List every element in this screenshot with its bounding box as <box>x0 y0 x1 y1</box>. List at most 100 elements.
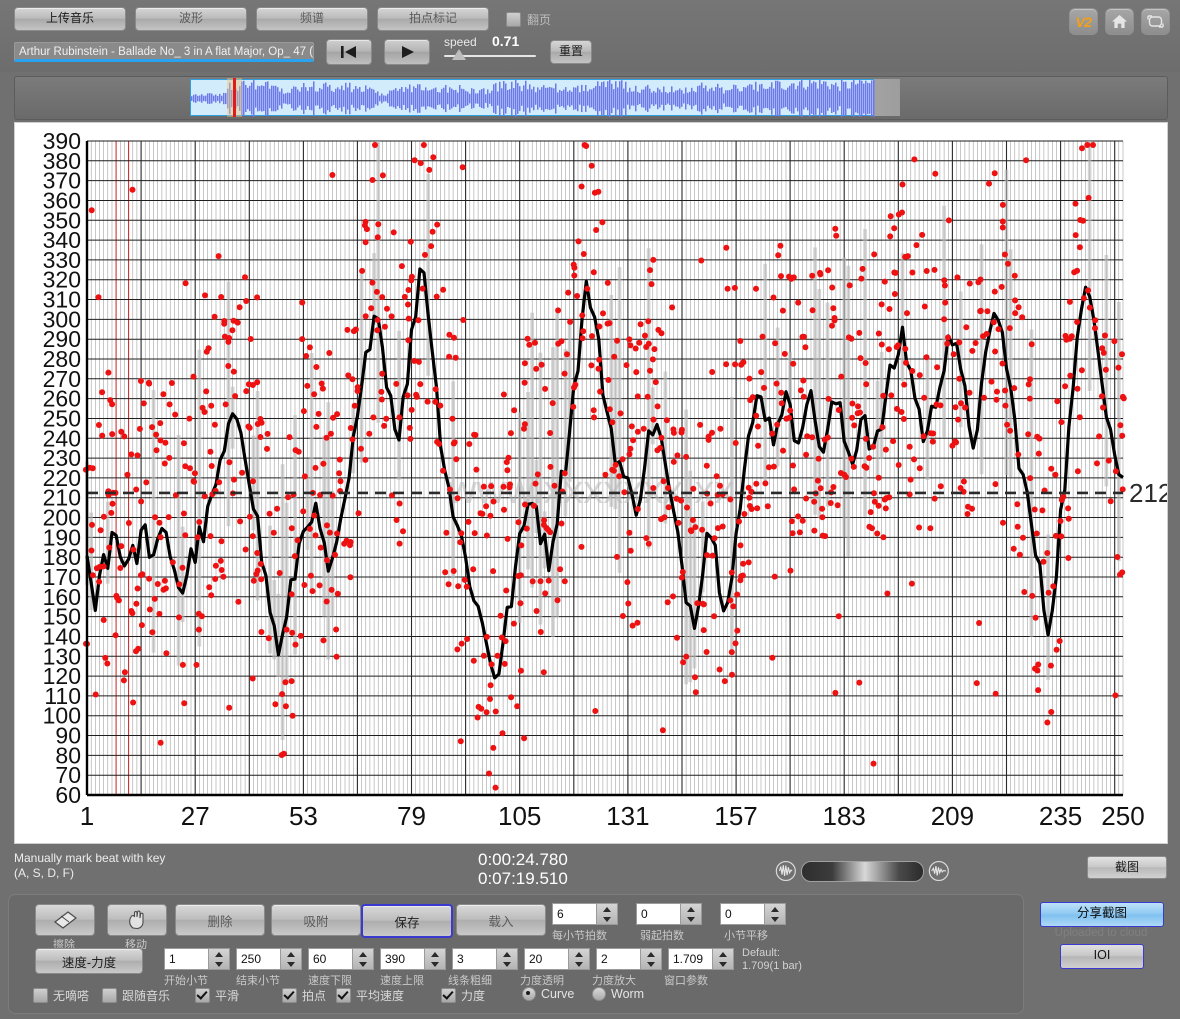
line-width-input[interactable]: 3 <box>452 948 496 970</box>
stepper-down-icon[interactable] <box>765 914 785 924</box>
pickup-beats-input[interactable]: 0 <box>636 903 680 925</box>
velocity-opacity-stepper[interactable] <box>568 948 590 970</box>
line-width-spinner[interactable]: 3 <box>452 948 518 970</box>
speed-slider-thumb[interactable] <box>452 49 466 60</box>
bar-shift-input[interactable]: 0 <box>720 903 764 925</box>
velocity-scale-stepper[interactable] <box>640 948 662 970</box>
tempo-max-spinner[interactable]: 390 <box>380 948 446 970</box>
velocity-opacity-input[interactable]: 20 <box>524 948 568 970</box>
stepper-up-icon[interactable] <box>681 904 701 914</box>
end-bar-stepper[interactable] <box>280 948 302 970</box>
velocity-scale-spinner[interactable]: 2 <box>596 948 662 970</box>
eraser-tool-button[interactable] <box>35 904 95 936</box>
stepper-down-icon[interactable] <box>713 959 733 969</box>
stepper-down-icon[interactable] <box>209 959 229 969</box>
pickup-beats-stepper[interactable] <box>680 903 702 925</box>
tab-spectrum[interactable]: 频谱 <box>256 7 368 31</box>
save-button[interactable]: 保存 <box>361 904 453 938</box>
move-tool-button[interactable] <box>107 904 167 936</box>
stepper-up-icon[interactable] <box>569 949 589 959</box>
start-bar-stepper[interactable] <box>208 948 230 970</box>
load-button[interactable]: 载入 <box>456 904 546 936</box>
tempo-max-stepper[interactable] <box>424 948 446 970</box>
tempo-min-input[interactable]: 60 <box>308 948 352 970</box>
start-bar-input[interactable]: 1 <box>164 948 208 970</box>
checkbox-follow-music[interactable]: 跟随音乐 <box>102 987 170 1004</box>
bar-shift-stepper[interactable] <box>764 903 786 925</box>
home-button[interactable] <box>1105 8 1134 35</box>
velocity-checkbox-icon[interactable] <box>441 988 456 1003</box>
follow-music-checkbox-icon[interactable] <box>102 988 117 1003</box>
line-width-stepper[interactable] <box>496 948 518 970</box>
tempo-velocity-button[interactable]: 速度-力度 <box>35 948 143 974</box>
radio-curve[interactable]: Curve <box>522 987 574 1001</box>
tempo-min-stepper[interactable] <box>352 948 374 970</box>
stepper-up-icon[interactable] <box>713 949 733 959</box>
radio-worm[interactable]: Worm <box>592 987 644 1001</box>
curve-radio-icon[interactable] <box>522 987 536 1001</box>
beats-per-bar-stepper[interactable] <box>596 903 618 925</box>
screenshot-button[interactable]: 截图 <box>1087 856 1167 879</box>
no-tick-checkbox-icon[interactable] <box>33 988 48 1003</box>
v2-badge-button[interactable]: V2 <box>1069 8 1098 35</box>
stepper-up-icon[interactable] <box>209 949 229 959</box>
playhead-marker[interactable] <box>233 78 236 117</box>
start-bar-spinner[interactable]: 1 <box>164 948 230 970</box>
stepper-down-icon[interactable] <box>569 959 589 969</box>
stepper-up-icon[interactable] <box>281 949 301 959</box>
beat-checkbox-icon[interactable] <box>282 988 297 1003</box>
window-param-stepper[interactable] <box>712 948 734 970</box>
stepper-up-icon[interactable] <box>597 904 617 914</box>
stepper-down-icon[interactable] <box>497 959 517 969</box>
checkbox-smooth[interactable]: 平滑 <box>195 987 239 1004</box>
waveform-overview-strip[interactable] <box>14 76 1168 120</box>
worm-radio-icon[interactable] <box>592 987 606 1001</box>
bar-shift-spinner[interactable]: 0 <box>720 903 786 925</box>
stepper-down-icon[interactable] <box>597 914 617 924</box>
velocity-scale-input[interactable]: 2 <box>596 948 640 970</box>
volume-slider[interactable] <box>800 860 925 882</box>
stepper-down-icon[interactable] <box>281 959 301 969</box>
stepper-down-icon[interactable] <box>425 959 445 969</box>
rewind-button[interactable] <box>326 39 372 65</box>
beats-per-bar-input[interactable]: 6 <box>552 903 596 925</box>
reset-button[interactable]: 重置 <box>550 40 592 64</box>
checkbox-page-flip[interactable]: 翻页 <box>506 11 551 28</box>
stepper-down-icon[interactable] <box>681 914 701 924</box>
tab-beat-marking[interactable]: 拍点标记 <box>377 7 489 31</box>
average-tempo-checkbox-icon[interactable] <box>336 988 351 1003</box>
end-bar-input[interactable]: 250 <box>236 948 280 970</box>
stepper-up-icon[interactable] <box>765 904 785 914</box>
velocity-opacity-spinner[interactable]: 20 <box>524 948 590 970</box>
tempo-chart[interactable]: 60 70 80 90 100 110 120 130 140 150 160 170 180 190 20… <box>14 122 1168 844</box>
window-param-input[interactable]: 1.709 <box>668 948 712 970</box>
delete-button[interactable]: 删除 <box>175 904 265 936</box>
end-bar-spinner[interactable]: 250 <box>236 948 302 970</box>
share-screenshot-button[interactable]: 分享截图 <box>1040 902 1164 927</box>
checkbox-beat[interactable]: 拍点 <box>282 987 326 1004</box>
smooth-checkbox-icon[interactable] <box>195 988 210 1003</box>
stepper-down-icon[interactable] <box>641 959 661 969</box>
play-button[interactable] <box>384 39 430 65</box>
page-flip-checkbox-icon[interactable] <box>506 11 521 27</box>
checkbox-no-tick[interactable]: 无嘀嗒 <box>33 987 89 1004</box>
track-title-input[interactable]: Arthur Rubinstein - Ballade No_ 3 in A f… <box>14 42 314 62</box>
window-param-spinner[interactable]: 1.709 <box>668 948 734 970</box>
beats-per-bar-spinner[interactable]: 6 <box>552 903 618 925</box>
checkbox-velocity[interactable]: 力度 <box>441 987 485 1004</box>
stepper-down-icon[interactable] <box>353 959 373 969</box>
stepper-up-icon[interactable] <box>425 949 445 959</box>
stepper-up-icon[interactable] <box>353 949 373 959</box>
tempo-max-input[interactable]: 390 <box>380 948 424 970</box>
tab-waveform[interactable]: 波形 <box>135 7 247 31</box>
tempo-min-spinner[interactable]: 60 <box>308 948 374 970</box>
tab-upload-music[interactable]: 上传音乐 <box>14 7 126 31</box>
fullscreen-button[interactable] <box>1141 8 1170 35</box>
ioi-button[interactable]: IOI <box>1060 944 1144 969</box>
stepper-up-icon[interactable] <box>641 949 661 959</box>
checkbox-average-tempo[interactable]: 平均速度 <box>336 987 404 1004</box>
stepper-up-icon[interactable] <box>497 949 517 959</box>
snap-button[interactable]: 吸附 <box>271 904 361 936</box>
pickup-beats-spinner[interactable]: 0 <box>636 903 702 925</box>
waveform-selection-region[interactable] <box>190 79 875 117</box>
